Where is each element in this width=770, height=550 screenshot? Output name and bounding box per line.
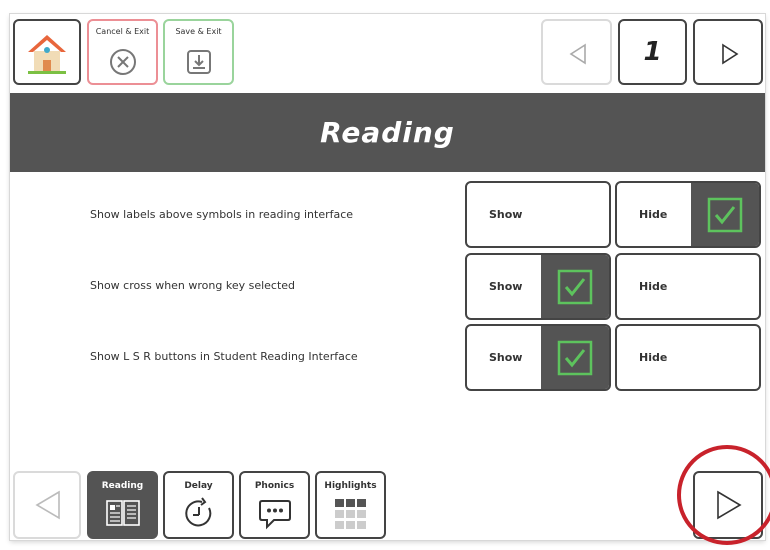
show-label: Show — [489, 351, 523, 364]
check-icon — [707, 197, 743, 233]
tab-phonics[interactable]: Phonics — [239, 471, 310, 539]
annotation-circle — [677, 445, 770, 545]
check-icon — [557, 340, 593, 376]
save-exit-button[interactable]: Save & Exit — [163, 19, 234, 85]
setting-show-option-selected[interactable]: Show — [465, 324, 611, 391]
page-title: Reading — [10, 93, 765, 172]
hide-label: Hide — [639, 208, 668, 221]
triangle-left-icon — [35, 490, 60, 520]
checkbox-checked — [691, 183, 759, 246]
setting-hide-option[interactable]: Hide — [615, 253, 761, 320]
cancel-exit-button[interactable]: Cancel & Exit — [87, 19, 158, 85]
page-number: 1 — [643, 37, 662, 67]
tab-delay-label: Delay — [184, 481, 213, 491]
tab-reading-label: Reading — [101, 481, 144, 491]
setting-label-cross-wrong-key: Show cross when wrong key selected — [90, 279, 296, 292]
grid-icon — [335, 499, 366, 529]
setting-label-labels-above-symbols: Show labels above symbols in reading int… — [90, 208, 354, 221]
save-exit-label: Save & Exit — [175, 27, 222, 36]
setting-hide-option-selected[interactable]: Hide — [615, 181, 761, 248]
show-label: Show — [489, 280, 523, 293]
house-icon — [28, 35, 66, 74]
previous-page-button[interactable] — [541, 19, 612, 85]
cancel-icon — [110, 49, 136, 75]
tab-phonics-label: Phonics — [254, 481, 295, 491]
tab-delay[interactable]: Delay — [163, 471, 234, 539]
cancel-exit-label: Cancel & Exit — [95, 27, 150, 36]
page-number-box: 1 — [618, 19, 687, 85]
setting-show-option-selected[interactable]: Show — [465, 253, 611, 320]
speech-bubble-icon — [259, 500, 291, 530]
check-icon — [557, 269, 593, 305]
triangle-right-icon — [722, 43, 739, 65]
show-label: Show — [489, 208, 523, 221]
checkbox-checked — [541, 255, 609, 318]
home-button[interactable] — [13, 19, 81, 85]
hide-label: Hide — [639, 351, 668, 364]
checkbox-checked — [541, 326, 609, 389]
setting-label-lsr-buttons: Show L S R buttons in Student Reading In… — [90, 350, 358, 363]
tab-highlights[interactable]: Highlights — [315, 471, 386, 539]
book-icon — [106, 500, 140, 526]
tab-reading[interactable]: Reading — [87, 471, 158, 539]
save-icon — [187, 50, 211, 74]
previous-section-button[interactable] — [13, 471, 81, 539]
setting-hide-option[interactable]: Hide — [615, 324, 761, 391]
next-page-button[interactable] — [693, 19, 763, 85]
tab-highlights-label: Highlights — [324, 481, 377, 491]
triangle-left-icon — [569, 43, 586, 65]
setting-show-option[interactable]: Show — [465, 181, 611, 248]
timer-icon — [185, 497, 212, 527]
hide-label: Hide — [639, 280, 668, 293]
